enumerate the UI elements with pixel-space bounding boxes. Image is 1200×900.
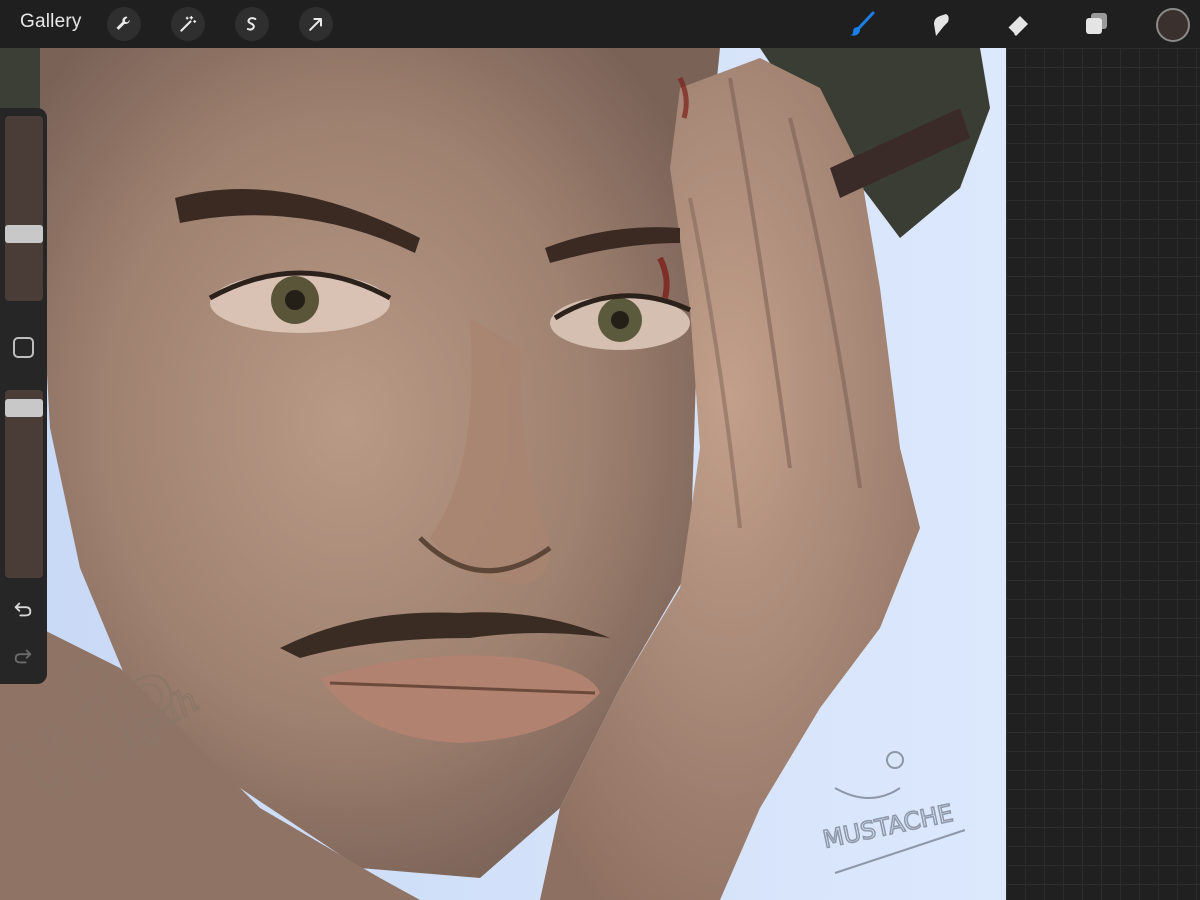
- arrow-cursor-icon: [309, 18, 322, 31]
- eraser-icon: [1007, 16, 1028, 36]
- gallery-button[interactable]: Gallery: [20, 11, 82, 33]
- smudge-tool-button[interactable]: [924, 8, 956, 40]
- transform-button[interactable]: [299, 7, 333, 41]
- canvas-grid-background: [1006, 48, 1200, 900]
- redo-icon: [14, 649, 32, 664]
- layers-icon: [1086, 13, 1107, 34]
- modify-button[interactable]: [13, 337, 34, 358]
- brush-tool-button[interactable]: [846, 8, 878, 40]
- selection-button[interactable]: [235, 7, 269, 41]
- top-toolbar: Gallery: [0, 0, 1200, 48]
- magic-wand-icon: [180, 15, 197, 32]
- drawing-canvas[interactable]: liyah WIP MUSTACHE: [0, 48, 1006, 900]
- opacity-slider[interactable]: [5, 390, 43, 578]
- undo-button[interactable]: [10, 596, 36, 622]
- layers-button[interactable]: [1080, 8, 1112, 40]
- redo-button[interactable]: [10, 643, 36, 669]
- brush-size-slider[interactable]: [5, 116, 43, 301]
- actions-button[interactable]: [107, 7, 141, 41]
- smudge-icon: [934, 14, 949, 36]
- wrench-icon: [116, 16, 130, 30]
- opacity-slider-thumb[interactable]: [5, 398, 43, 417]
- brush-size-slider-thumb[interactable]: [5, 224, 43, 243]
- artwork-painting: liyah WIP MUSTACHE: [0, 48, 1006, 900]
- color-picker-button[interactable]: [1156, 8, 1190, 42]
- adjustments-button[interactable]: [171, 7, 205, 41]
- selection-s-icon: [246, 17, 257, 31]
- left-sidebar: [0, 108, 47, 684]
- eraser-tool-button[interactable]: [1002, 8, 1034, 40]
- brush-icon: [850, 11, 875, 36]
- undo-icon: [14, 602, 32, 617]
